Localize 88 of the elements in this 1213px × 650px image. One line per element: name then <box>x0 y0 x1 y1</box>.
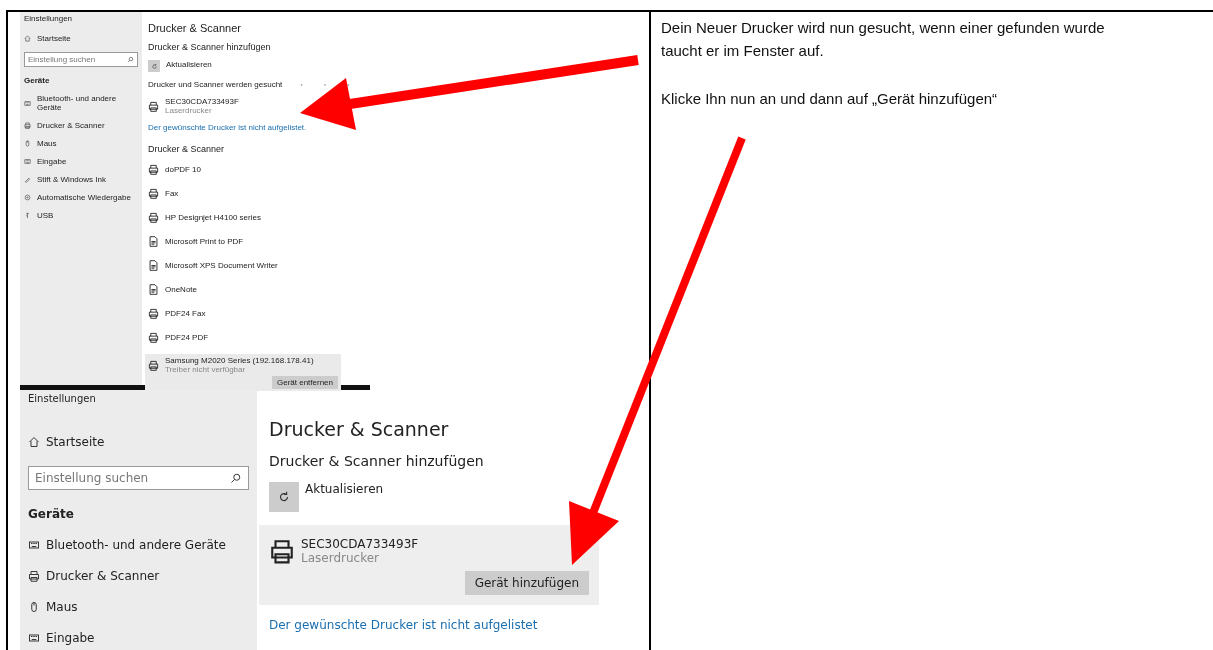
mouse-icon <box>24 140 31 147</box>
page-title: Drucker & Scanner <box>148 22 242 34</box>
keyboard-icon <box>28 632 40 644</box>
printer-icon <box>148 308 159 319</box>
printer-status: Treiber nicht verfügbar <box>165 365 247 374</box>
search-icon <box>127 56 134 63</box>
printer-icon <box>28 570 40 582</box>
search-field[interactable]: Einstellung suchen <box>24 52 138 67</box>
refresh-button[interactable] <box>148 60 160 72</box>
keyboard-icon <box>24 158 31 165</box>
page-title: Drucker & Scanner <box>269 418 450 440</box>
usb-icon <box>24 212 31 219</box>
section-heading: Drucker & Scanner <box>148 144 226 154</box>
sidebar-item[interactable]: Maus <box>37 139 57 148</box>
printer-list-item[interactable]: Microsoft Print to PDF <box>145 234 364 249</box>
section-heading: Geräte <box>24 76 51 85</box>
pen-icon <box>24 176 31 183</box>
sidebar-item[interactable]: Automatische Wiedergabe <box>37 193 131 202</box>
add-device-button[interactable]: Gerät hinzufügen <box>464 571 589 595</box>
window-title: Einstellungen <box>28 393 97 404</box>
keyboard-icon <box>28 539 40 551</box>
section-heading: Drucker & Scanner hinzufügen <box>269 453 485 469</box>
refresh-button[interactable] <box>269 482 299 512</box>
printer-icon <box>148 100 159 112</box>
printer-icon <box>148 164 159 175</box>
sidebar-item[interactable]: Bluetooth- und andere Geräte <box>37 94 138 112</box>
printer-icon <box>148 332 159 343</box>
sidebar-item[interactable]: USB <box>37 211 54 220</box>
home-icon <box>28 436 40 448</box>
device-type: Laserdrucker <box>165 106 213 115</box>
printer-name: PDF24 Fax <box>165 309 206 318</box>
refresh-icon <box>277 490 291 504</box>
document-icon <box>148 284 159 295</box>
remove-device-button[interactable]: Gerät entfernen <box>271 376 338 389</box>
printer-list-item[interactable]: Microsoft XPS Document Writer <box>145 258 364 273</box>
printer-icon <box>269 538 295 564</box>
printer-icon <box>24 122 31 129</box>
printer-name: HP Designjet H4100 series <box>165 213 261 222</box>
window-title: Einstellungen <box>24 14 74 23</box>
search-icon <box>230 472 242 484</box>
document-icon <box>148 236 159 247</box>
section-heading: Geräte <box>28 507 75 521</box>
home-icon <box>24 35 31 42</box>
printer-name: doPDF 10 <box>165 165 202 174</box>
sidebar-item[interactable]: Bluetooth- und andere Geräte <box>46 538 226 552</box>
search-field[interactable]: Einstellung suchen <box>28 466 249 490</box>
printer-name: OneNote <box>165 285 198 294</box>
printer-list-item[interactable]: doPDF 10 <box>145 162 364 177</box>
printer-list-item[interactable]: HP Designjet H4100 series <box>145 210 364 225</box>
printer-name: Microsoft Print to PDF <box>165 237 244 246</box>
device-name[interactable]: SEC30CDA733493F <box>165 97 239 106</box>
device-name: SEC30CDA733493F <box>301 537 419 551</box>
printer-name: Samsung M2020 Series (192.168.178.41) <box>165 356 314 365</box>
refresh-icon <box>150 62 158 70</box>
sidebar-item[interactable]: Startseite <box>46 435 105 449</box>
printer-list-item[interactable]: OneNote <box>145 282 364 297</box>
printer-icon <box>148 359 159 371</box>
sidebar-item[interactable]: Drucker & Scanner <box>37 121 105 130</box>
status-text: Drucker und Scanner werden gesucht <box>148 80 283 89</box>
sidebar-item[interactable]: Startseite <box>37 34 71 43</box>
refresh-label: Aktualisieren <box>166 60 212 69</box>
progress-dots-icon <box>300 82 351 87</box>
keyboard-icon <box>24 99 31 107</box>
printer-list-item[interactable]: PDF24 PDF <box>145 330 364 345</box>
document-icon <box>148 260 159 271</box>
printer-list-item[interactable]: PDF24 Fax <box>145 306 364 321</box>
printer-list-item[interactable]: Samsung M2020 Series (192.168.178.41) Treiber nicht verfügbar Gerät entfernen <box>145 354 341 391</box>
sidebar-item[interactable]: Stift & Windows Ink <box>37 175 106 184</box>
refresh-label: Aktualisieren <box>305 482 384 496</box>
device-type: Laserdrucker <box>301 551 380 565</box>
section-heading: Drucker & Scanner hinzufügen <box>148 42 272 52</box>
printer-name: PDF24 PDF <box>165 333 209 342</box>
printer-name: Microsoft XPS Document Writer <box>165 261 278 270</box>
printer-icon <box>148 188 159 199</box>
printer-icon <box>148 212 159 223</box>
sidebar-item[interactable]: Eingabe <box>37 157 67 166</box>
sidebar-item[interactable]: Drucker & Scanner <box>46 569 160 583</box>
instruction-text: Klicke Ihn nun an und dann auf „Gerät hinzufügen“ <box>661 88 999 109</box>
device-card[interactable]: SEC30CDA733493F Laserdrucker Gerät hinzufügen <box>259 525 599 605</box>
instruction-text: Dein Neuer Drucker wird nun gesucht, wenn einer gefunden wurde taucht er im Fenster auf. <box>661 18 1106 62</box>
sidebar-item[interactable]: Eingabe <box>46 631 95 645</box>
not-listed-link[interactable]: Der gewünschte Drucker ist nicht aufgelistet <box>269 618 638 632</box>
printer-list-item[interactable]: Fax <box>145 186 364 201</box>
disc-icon <box>24 194 31 201</box>
mouse-icon <box>28 601 40 613</box>
not-listed-link[interactable]: Der gewünschte Drucker ist nicht aufgelistet. <box>148 123 364 132</box>
printer-name: Fax <box>165 189 179 198</box>
sidebar-item[interactable]: Maus <box>46 600 78 614</box>
